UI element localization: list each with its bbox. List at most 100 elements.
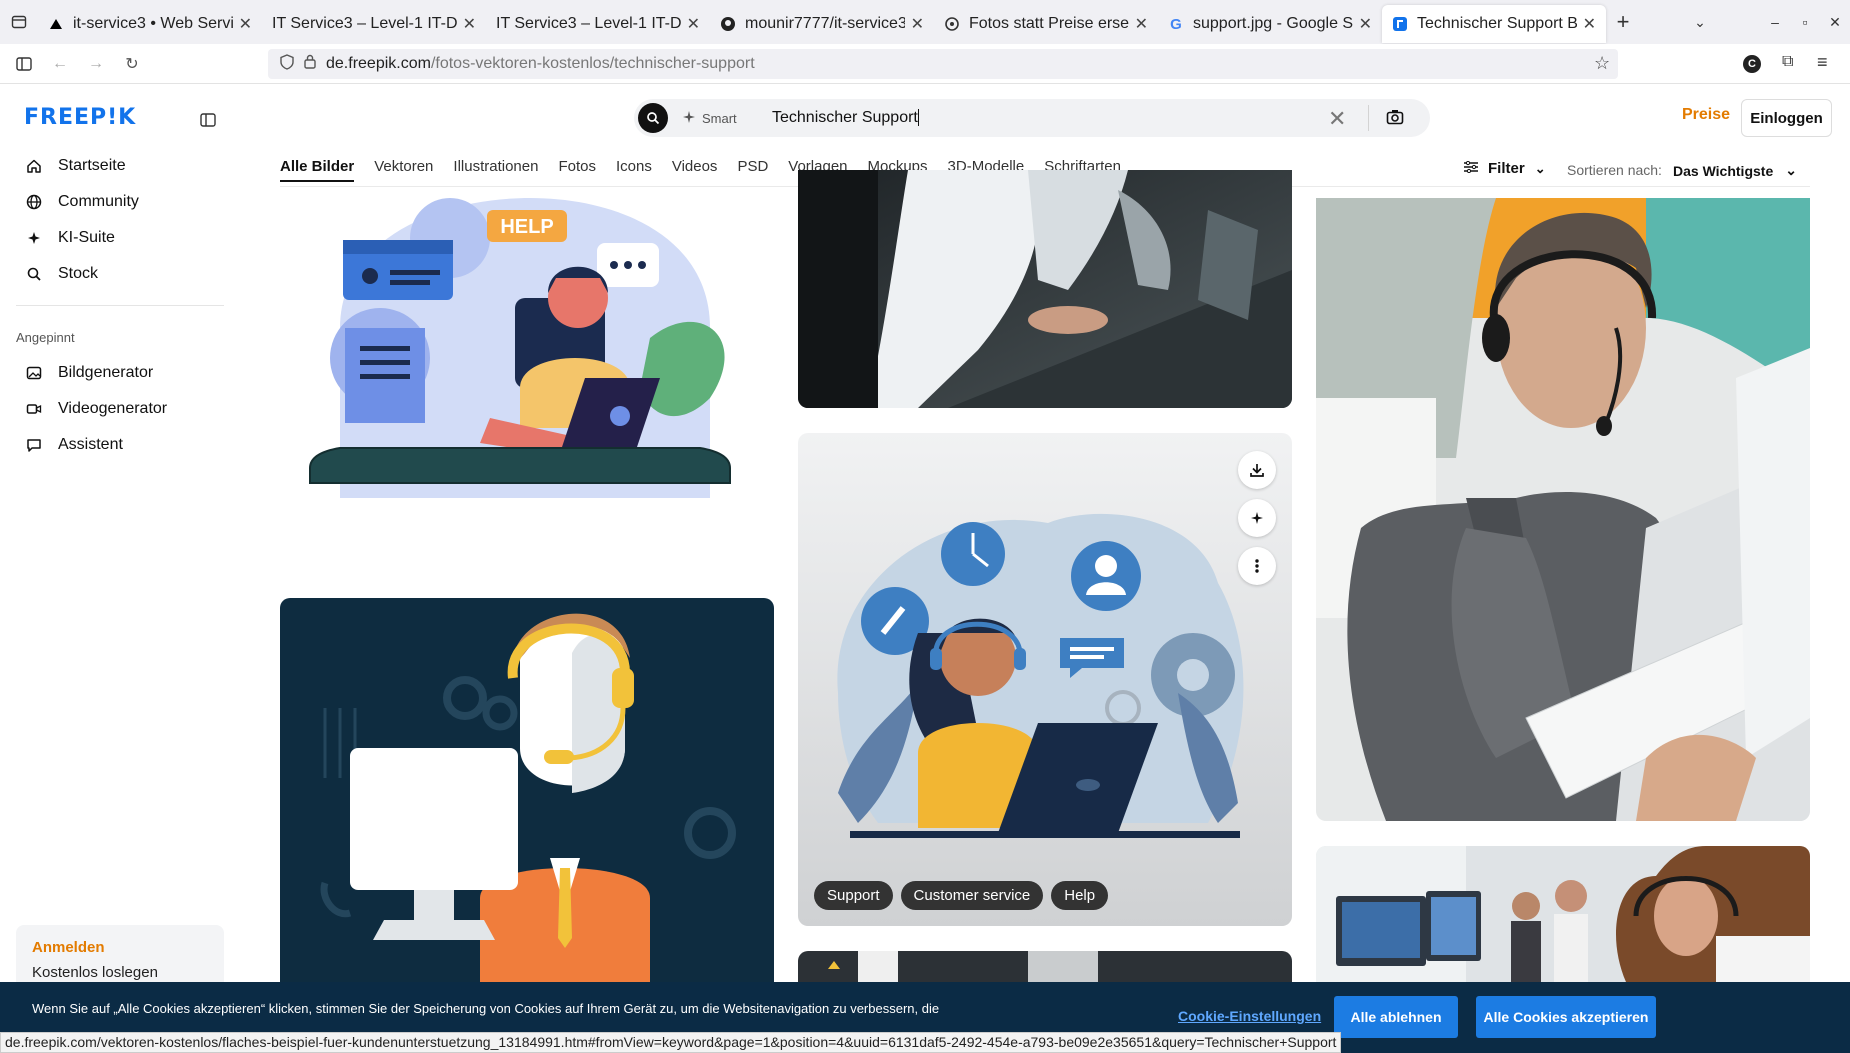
result-card-headset-illustration[interactable] [280,598,774,982]
browser-tab[interactable]: G support.jpg - Google Suche ✕ [1158,5,1382,43]
search-input[interactable]: Technischer Support [772,109,919,126]
tag-help[interactable]: Help [1051,881,1109,910]
office-photo-image [798,170,1292,408]
tab-title: it-service3 • Web Service [73,15,233,32]
restore-icon[interactable]: ▫ [1790,0,1820,44]
tab-overflow-icon[interactable]: ⌄ [1685,0,1715,44]
search-bar: Smart Technischer Support ✕ [634,99,1430,137]
sidebar-item-label: Bildgenerator [58,364,154,381]
freepik-logo[interactable]: FREEP!K [24,105,136,130]
result-card-support-illustration[interactable]: Support Customer service Help [798,433,1292,926]
account-icon[interactable]: C [1743,55,1761,73]
home-icon [24,158,44,174]
result-card-man-photo[interactable] [1316,198,1810,821]
smart-search-toggle[interactable]: Smart [682,110,752,127]
sidebar-toggle-icon[interactable] [6,46,42,82]
search-button[interactable] [638,103,668,133]
tab-psd[interactable]: PSD [737,158,768,182]
help-sign-text: HELP [500,216,553,238]
menu-icon[interactable]: ≡ [1817,52,1828,73]
tab-illustrationen[interactable]: Illustrationen [453,158,538,182]
sidebar-item-ki-suite[interactable]: KI-Suite [16,221,224,255]
sidebar-item-bildgenerator[interactable]: Bildgenerator [16,356,224,390]
support-illustration-image [798,433,1292,926]
pinned-heading: Angepinnt [16,330,75,345]
tab-vektoren[interactable]: Vektoren [374,158,433,182]
download-icon [1250,464,1264,477]
download-button[interactable] [1238,451,1276,489]
sidebar-item-community[interactable]: Community [16,185,224,219]
tag-list: Support Customer service Help [814,881,1116,910]
tag-customer-service[interactable]: Customer service [900,881,1044,910]
sidebar-item-stock[interactable]: Stock [16,257,224,291]
vercel-icon [48,16,64,32]
tab-list-icon[interactable] [0,0,38,44]
close-tab-icon[interactable]: ✕ [239,14,252,34]
result-card-partial-photo[interactable] [798,951,1292,982]
smart-icon [682,110,696,127]
filter-label: Filter [1488,160,1525,177]
lock-icon[interactable] [304,54,316,74]
shield-icon[interactable] [280,53,294,75]
close-tab-icon[interactable]: ✕ [1359,14,1372,34]
new-tab-icon[interactable]: + [1606,5,1640,39]
accept-cookies-button[interactable]: Alle Cookies akzeptieren [1476,996,1656,1038]
cookie-settings-link[interactable]: Cookie-Einstellungen [1178,1008,1321,1024]
login-button[interactable]: Einloggen [1741,99,1832,137]
tab-videos[interactable]: Videos [672,158,718,182]
google-icon: G [1170,15,1182,33]
sidebar-item-startseite[interactable]: Startseite [16,149,224,183]
tab-icons[interactable]: Icons [616,158,652,182]
reload-icon[interactable]: ↻ [114,46,150,82]
tab-title: IT Service3 – Level-1 IT-Dienst [496,15,681,32]
result-card-team-photo[interactable] [1316,846,1810,982]
browser-tab[interactable]: it-service3 • Web Service ✕ [38,5,262,43]
signup-text[interactable]: Kostenlos loslegen [32,964,208,981]
ai-edit-button[interactable] [1238,499,1276,537]
pricing-link[interactable]: Preise [1682,106,1730,124]
bookmark-star-icon[interactable]: ☆ [1594,53,1610,74]
chevron-down-icon: ⌄ [1785,162,1797,178]
collapse-sidebar-icon[interactable] [196,108,220,132]
search-divider [1368,105,1369,131]
back-icon[interactable]: ← [42,46,78,82]
forward-icon[interactable]: → [78,46,114,82]
close-window-icon[interactable]: ✕ [1820,0,1850,44]
tab-title: support.jpg - Google Suche [1193,15,1353,32]
minimize-icon[interactable]: – [1760,0,1790,44]
browser-tab[interactable]: IT Service3 – Level-1 IT-Dienst ✕ [262,5,486,43]
tab-bar: it-service3 • Web Service ✕ IT Service3 –… [0,0,1850,44]
reject-cookies-button[interactable]: Alle ablehnen [1334,996,1458,1038]
sidebar-item-label: Videogenerator [58,400,168,417]
clear-search-icon[interactable]: ✕ [1328,106,1346,132]
tab-fotos[interactable]: Fotos [558,158,596,182]
sidebar-item-videogenerator[interactable]: Videogenerator [16,392,224,426]
partial-photo-image [798,951,1292,982]
tab-title: IT Service3 – Level-1 IT-Dienst [272,15,457,32]
close-tab-icon[interactable]: ✕ [1135,14,1148,34]
close-tab-icon[interactable]: ✕ [687,14,700,34]
sidebar: FREEP!K Startseite Community KI-Suite St… [0,84,238,1053]
extensions-icon[interactable]: ⧉ [1782,53,1793,71]
camera-search-icon[interactable] [1386,109,1404,130]
filter-button[interactable]: Filter ⌄ [1464,160,1546,177]
browser-tab[interactable]: mounir7777/it-service3 ✕ [710,5,934,43]
close-tab-icon[interactable]: ✕ [911,14,924,34]
result-card-office-photo[interactable] [798,170,1292,408]
close-tab-icon[interactable]: ✕ [463,14,476,34]
tab-alle-bilder[interactable]: Alle Bilder [280,158,355,182]
sort-select[interactable]: Das Wichtigste ⌄ [1673,162,1797,179]
signin-link[interactable]: Anmelden [32,939,208,956]
tab-title: Technischer Support Bild [1417,15,1577,32]
more-options-button[interactable] [1238,547,1276,585]
sidebar-item-assistent[interactable]: Assistent [16,428,224,462]
man-photo-image [1316,198,1810,821]
browser-tab[interactable]: Fotos statt Preise ersetzen ✕ [934,5,1158,43]
video-icon [24,401,44,417]
result-card-help-illustration[interactable]: HELP [280,198,774,498]
browser-tab-active[interactable]: Technischer Support Bild ✕ [1382,5,1606,43]
close-tab-icon[interactable]: ✕ [1583,14,1596,34]
browser-tab[interactable]: IT Service3 – Level-1 IT-Dienst ✕ [486,5,710,43]
tag-support[interactable]: Support [814,881,893,910]
url-bar[interactable]: de.freepik.com/fotos-vektoren-kostenlos/… [268,49,1618,79]
